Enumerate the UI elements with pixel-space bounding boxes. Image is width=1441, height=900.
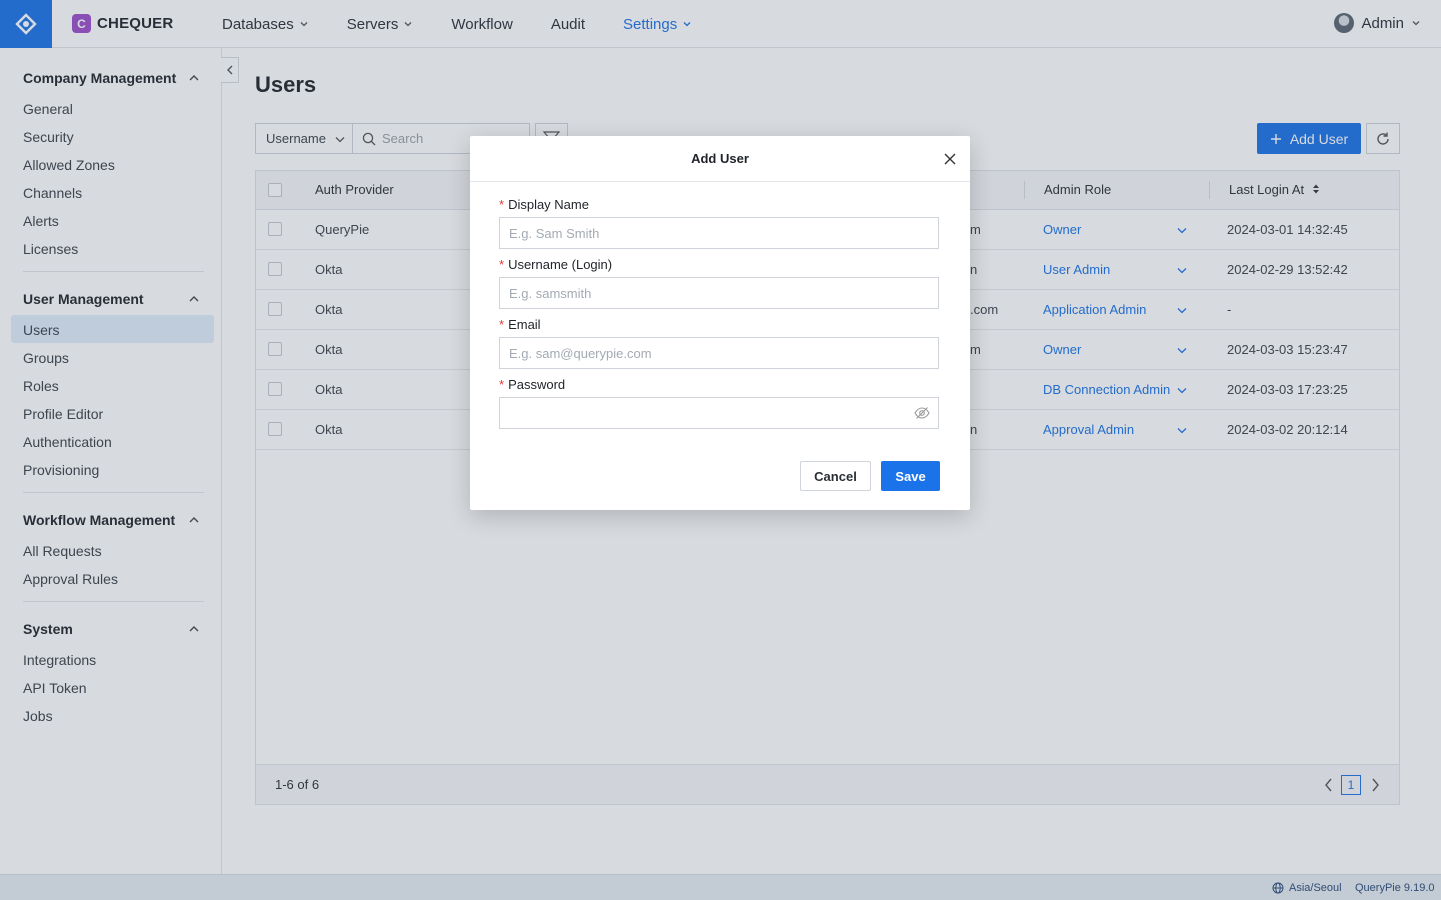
display-name-label-text: Display Name [508, 197, 589, 212]
required-mark: * [499, 377, 505, 392]
required-mark: * [499, 317, 505, 332]
display-name-label: * Display Name [499, 197, 589, 212]
save-button[interactable]: Save [881, 461, 940, 491]
password-field[interactable] [499, 397, 939, 429]
username-field[interactable] [499, 277, 939, 309]
email-field[interactable] [499, 337, 939, 369]
password-label-text: Password [508, 377, 566, 392]
eye-off-icon[interactable] [914, 406, 930, 420]
email-label-text: Email [508, 317, 541, 332]
dialog-header: Add User [470, 136, 970, 182]
close-icon[interactable] [943, 152, 957, 166]
username-label: * Username (Login) [499, 257, 612, 272]
display-name-field[interactable] [499, 217, 939, 249]
cancel-button[interactable]: Cancel [800, 461, 871, 491]
password-label: * Password [499, 377, 565, 392]
dialog-title: Add User [691, 151, 749, 166]
email-label: * Email [499, 317, 541, 332]
required-mark: * [499, 197, 505, 212]
username-label-text: Username (Login) [508, 257, 613, 272]
add-user-dialog: Add User *Display Name *Username (Login)… [470, 136, 970, 510]
required-mark: * [499, 257, 505, 272]
